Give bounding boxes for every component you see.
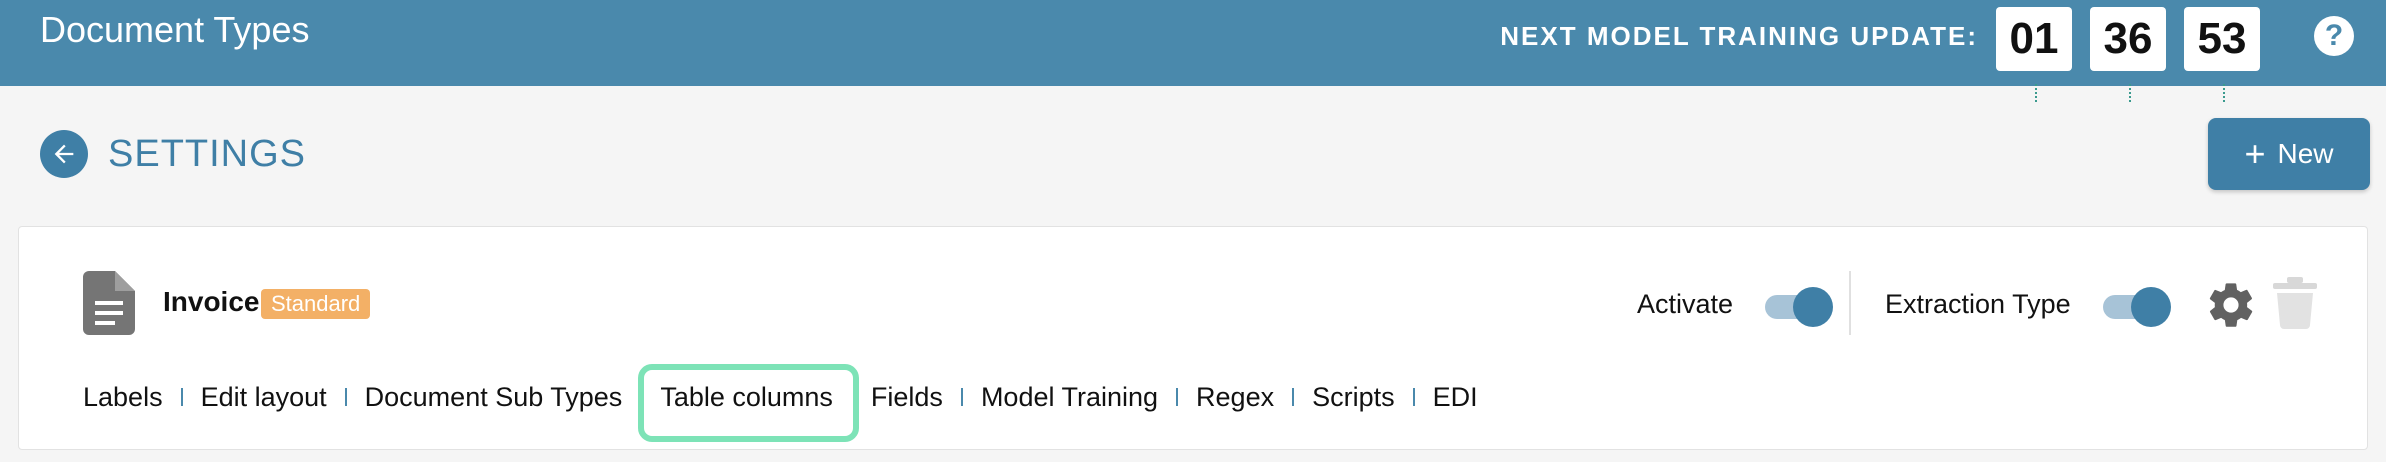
timer-indicator bbox=[2035, 84, 2039, 102]
tab-document-sub-types[interactable]: Document Sub Types bbox=[365, 380, 623, 414]
timer-indicator bbox=[2223, 84, 2227, 102]
extraction-type-label: Extraction Type bbox=[1885, 289, 2071, 319]
divider bbox=[1849, 271, 1851, 335]
tab-separator bbox=[1412, 388, 1415, 406]
document-icon bbox=[83, 271, 135, 340]
help-icon[interactable]: ? bbox=[2314, 16, 2354, 56]
plus-icon: + bbox=[2244, 133, 2266, 174]
page-heading: SETTINGS bbox=[108, 133, 307, 175]
tab-separator bbox=[960, 388, 963, 406]
document-name: Invoice bbox=[163, 286, 260, 317]
timer-minutes: 36 bbox=[2090, 7, 2166, 71]
activate-toggle[interactable] bbox=[1763, 285, 1833, 327]
timer-seconds: 53 bbox=[2184, 7, 2260, 71]
standard-badge: Standard bbox=[261, 289, 371, 319]
tab-regex[interactable]: Regex bbox=[1196, 380, 1274, 414]
tab-labels[interactable]: Labels bbox=[83, 380, 163, 414]
tab-separator bbox=[1292, 388, 1295, 406]
gear-icon[interactable] bbox=[2205, 279, 2257, 336]
tab-scripts[interactable]: Scripts bbox=[1312, 380, 1395, 414]
app-title: Document Types bbox=[40, 9, 310, 50]
timer-hours: 01 bbox=[1996, 7, 2072, 71]
document-tabs: Labels Edit layout Document Sub Types Ta… bbox=[83, 364, 1478, 442]
activate-label: Activate bbox=[1637, 289, 1734, 319]
tab-edit-layout[interactable]: Edit layout bbox=[201, 380, 327, 414]
tab-separator bbox=[344, 388, 347, 406]
tab-separator bbox=[1176, 388, 1179, 406]
tab-separator bbox=[180, 388, 183, 406]
document-type-card: Invoice Standard Activate Extraction Typ… bbox=[18, 226, 2368, 450]
timer-indicator bbox=[2129, 84, 2133, 102]
top-bar: Document Types NEXT MODEL TRAINING UPDAT… bbox=[0, 0, 2386, 86]
new-button[interactable]: + New bbox=[2208, 118, 2370, 190]
timer-label: NEXT MODEL TRAINING UPDATE: bbox=[1500, 21, 1978, 51]
tab-model-training[interactable]: Model Training bbox=[981, 380, 1158, 414]
back-arrow-icon[interactable] bbox=[40, 130, 88, 178]
tab-table-columns[interactable]: Table columns bbox=[638, 364, 859, 442]
new-button-label: New bbox=[2277, 138, 2334, 169]
extraction-type-toggle[interactable] bbox=[2101, 285, 2171, 327]
trash-icon[interactable] bbox=[2273, 277, 2317, 334]
tab-fields[interactable]: Fields bbox=[871, 380, 943, 414]
tab-edi[interactable]: EDI bbox=[1433, 380, 1478, 414]
